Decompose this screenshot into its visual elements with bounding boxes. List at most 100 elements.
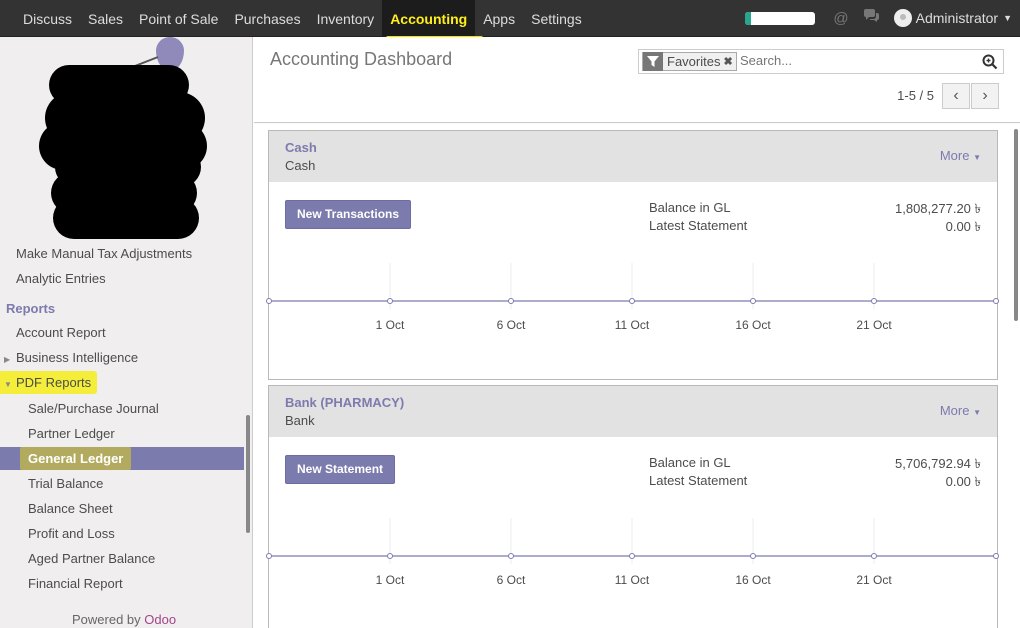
- powered-by: Powered by Odoo: [72, 612, 177, 627]
- odoo-link[interactable]: Odoo: [144, 612, 176, 627]
- graph-point: [629, 298, 635, 304]
- more-dropdown[interactable]: More ▼: [940, 148, 981, 163]
- graph-tick-label: 16 Oct: [735, 573, 771, 587]
- caret-down-icon: ▼: [973, 153, 981, 162]
- sidebar-item-aged-partner-balance[interactable]: Aged Partner Balance: [28, 551, 155, 566]
- sidebar-item-manual-tax[interactable]: Make Manual Tax Adjustments: [16, 246, 192, 261]
- graph-point: [387, 298, 393, 304]
- caret-down-icon: ▼: [973, 408, 981, 417]
- activity-progress-bar: [745, 11, 816, 25]
- sidebar-item-label: General Ledger: [20, 447, 132, 470]
- filter-icon: [643, 52, 663, 71]
- pager-previous-button[interactable]: ‹: [942, 83, 970, 109]
- balance-label: Balance in GL: [649, 455, 731, 470]
- graph-tick-label: 16 Oct: [735, 318, 771, 332]
- statement-label[interactable]: Latest Statement: [649, 218, 747, 233]
- caret-down-icon: ▼: [4, 380, 12, 389]
- graph-tick-label: 1 Oct: [376, 573, 405, 587]
- graph-point: [508, 553, 514, 559]
- graph-tick-label: 1 Oct: [376, 318, 405, 332]
- graph-tick-label: 6 Oct: [497, 318, 526, 332]
- journal-card-header: Cash Cash More ▼: [269, 131, 997, 182]
- dashboard-content: Cash Cash More ▼ New Transactions Balanc…: [254, 124, 1020, 628]
- journal-card-cash: Cash Cash More ▼ New Transactions Balanc…: [266, 130, 999, 380]
- menu-point-of-sale[interactable]: Point of Sale: [131, 0, 226, 36]
- caret-right-icon: ▶: [4, 355, 11, 364]
- sidebar-item-financial-report[interactable]: Financial Report: [28, 576, 123, 591]
- search-input[interactable]: [740, 53, 970, 68]
- journal-card-bank: Bank (PHARMACY) Bank More ▼ New Statemen…: [266, 385, 999, 628]
- sidebar-item-profit-loss[interactable]: Profit and Loss: [28, 526, 115, 541]
- menu-apps[interactable]: Apps: [475, 0, 523, 36]
- menu-accounting[interactable]: Accounting: [382, 0, 484, 40]
- control-panel: Accounting Dashboard Favorites ✖ 1-5 / 5…: [254, 37, 1020, 123]
- statement-value: 0.00 ৳: [945, 219, 981, 234]
- search-box[interactable]: Favorites ✖: [638, 49, 1004, 74]
- avatar: [893, 9, 912, 27]
- menu-sales[interactable]: Sales: [80, 0, 131, 36]
- menu-settings[interactable]: Settings: [523, 0, 590, 36]
- graph-tick-label: 21 Oct: [856, 573, 892, 587]
- balance-graph: 1 Oct 6 Oct 11 Oct 16 Oct 21 Oct: [266, 518, 999, 587]
- journal-type: Bank: [285, 413, 315, 428]
- sidebar-scrollbar[interactable]: [246, 415, 250, 533]
- main-area: Accounting Dashboard Favorites ✖ 1-5 / 5…: [254, 37, 1020, 628]
- graph-point: [993, 298, 999, 304]
- menu-discuss[interactable]: Discuss: [15, 0, 80, 36]
- user-name: Administrator: [915, 10, 999, 26]
- graph-point: [629, 553, 635, 559]
- sidebar-item-analytic-entries[interactable]: Analytic Entries: [16, 271, 106, 286]
- sidebar-item-sale-purchase-journal[interactable]: Sale/Purchase Journal: [28, 401, 159, 416]
- sidebar-section-reports: Reports: [6, 301, 56, 316]
- graph-point: [871, 553, 877, 559]
- graph-tick-label: 6 Oct: [497, 573, 526, 587]
- menu-purchases[interactable]: Purchases: [226, 0, 308, 36]
- chat-icon[interactable]: [863, 9, 880, 27]
- graph-point: [266, 553, 272, 559]
- graph-tick-label: 11 Oct: [615, 318, 650, 332]
- balance-label: Balance in GL: [649, 200, 731, 215]
- sidebar-item-business-intelligence[interactable]: ▶ Business Intelligence: [4, 350, 138, 365]
- statement-value: 0.00 ৳: [945, 474, 981, 489]
- graph-tick-label: 11 Oct: [615, 573, 650, 587]
- journal-name[interactable]: Cash: [285, 140, 317, 155]
- sidebar-item-trial-balance[interactable]: Trial Balance: [28, 476, 103, 491]
- sidebar-item-account-report[interactable]: Account Report: [16, 325, 106, 340]
- balance-graph: 1 Oct 6 Oct 11 Oct 16 Oct 21 Oct: [266, 263, 999, 332]
- menu-inventory[interactable]: Inventory: [309, 0, 383, 36]
- at-icon[interactable]: @: [833, 10, 848, 27]
- graph-point: [871, 298, 877, 304]
- new-transactions-button[interactable]: New Transactions: [285, 200, 412, 229]
- journal-card-header: Bank (PHARMACY) Bank More ▼: [269, 386, 997, 437]
- sidebar-item-balance-sheet[interactable]: Balance Sheet: [28, 501, 113, 516]
- graph-tick-label: 21 Oct: [856, 318, 892, 332]
- sidebar-item-general-ledger[interactable]: General Ledger: [0, 447, 244, 470]
- search-facet[interactable]: Favorites ✖: [642, 52, 737, 71]
- graph-point: [266, 298, 272, 304]
- search-icon[interactable]: [982, 54, 998, 70]
- facet-label: Favorites: [667, 54, 721, 69]
- graph-point: [993, 553, 999, 559]
- pager-next-button[interactable]: ›: [971, 83, 999, 109]
- graph-point: [508, 298, 514, 304]
- statement-label[interactable]: Latest Statement: [649, 473, 747, 488]
- pager-value[interactable]: 1-5 / 5: [897, 88, 934, 103]
- graph-point: [387, 553, 393, 559]
- top-navbar: Discuss Sales Point of Sale Purchases In…: [0, 0, 1020, 40]
- graph-point: [750, 298, 756, 304]
- sidebar-item-pdf-reports[interactable]: ▼ PDF Reports: [0, 371, 98, 394]
- chevron-right-icon: ›: [982, 87, 988, 104]
- page-title: Accounting Dashboard: [270, 49, 453, 69]
- chevron-left-icon: ‹: [953, 87, 959, 104]
- journal-type: Cash: [285, 158, 316, 173]
- caret-down-icon: ▼: [1003, 13, 1012, 23]
- close-icon[interactable]: ✖: [723, 55, 735, 68]
- sidebar-item-partner-ledger[interactable]: Partner Ledger: [28, 426, 115, 441]
- new-statement-button[interactable]: New Statement: [285, 455, 396, 484]
- main-menu: Discuss Sales Point of Sale Purchases In…: [15, 0, 590, 40]
- company-logo: [35, 37, 215, 242]
- content-scrollbar[interactable]: [1014, 129, 1018, 321]
- more-dropdown[interactable]: More ▼: [940, 403, 981, 418]
- user-menu[interactable]: Administrator ▼: [893, 9, 1012, 27]
- journal-name[interactable]: Bank (PHARMACY): [285, 395, 404, 410]
